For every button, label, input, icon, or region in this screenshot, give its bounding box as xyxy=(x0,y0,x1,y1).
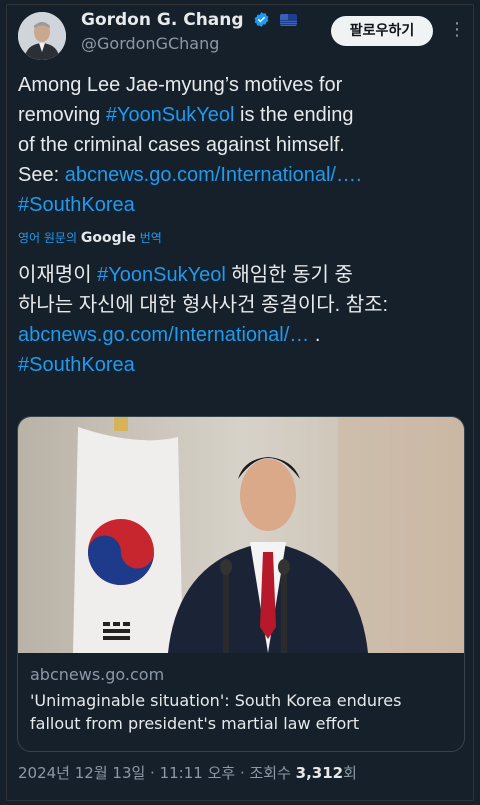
tweet-text-fragment: See: xyxy=(18,164,65,186)
hashtag-yoonsukyeol-link[interactable]: #YoonSukYeol xyxy=(106,104,235,126)
translated-line-2: 하나는 자신에 대한 형사사건 종결이다. 참조: xyxy=(18,294,389,316)
view-count-suffix: 회 xyxy=(343,764,357,782)
tweet-line-1: Among Lee Jae-myung’s motives for xyxy=(18,74,343,96)
tweet-header: Gordon G. Chang @GordonGChang 팔로우하기 ⋮ xyxy=(18,10,468,60)
google-logo: Google xyxy=(80,230,136,246)
affiliation-flag-icon xyxy=(280,14,298,26)
translated-fragment: 이재명이 xyxy=(18,264,98,286)
verified-badge-icon xyxy=(255,12,269,27)
translated-text: 이재명이 #YoonSukYeol 해임한 동기 중 하나는 자신에 대한 형사… xyxy=(18,260,458,380)
article-link-translated[interactable]: abcnews.go.com/International/… xyxy=(18,324,309,346)
tweet-line-3: of the criminal cases against himself. xyxy=(18,134,345,156)
translated-fragment: 해임한 동기 중 xyxy=(225,264,353,286)
translated-fragment: . xyxy=(309,324,321,346)
follow-button[interactable]: 팔로우하기 xyxy=(331,16,433,46)
card-title: 'Unimaginable situation': South Korea en… xyxy=(30,691,402,733)
tweet-meta: 2024년 12월 13일 · 11:11 오후 · 조회수 3,312회 xyxy=(18,762,357,783)
view-count: 3,312 xyxy=(295,764,344,782)
more-options-icon[interactable]: ⋮ xyxy=(448,18,466,42)
hashtag-southkorea-link[interactable]: #SouthKorea xyxy=(18,194,135,216)
avatar[interactable] xyxy=(18,12,66,60)
card-domain: abcnews.go.com xyxy=(30,665,165,684)
tweet-text-fragment: . xyxy=(355,164,362,186)
tweet-text-fragment: removing xyxy=(18,104,106,126)
tweet-line-2: removing #YoonSukYeol is the ending xyxy=(18,100,458,130)
tweet-text: Among Lee Jae-myung’s motives for removi… xyxy=(18,70,458,220)
hashtag-southkorea-link-translated[interactable]: #SouthKorea xyxy=(18,354,135,376)
link-preview-card[interactable]: abcnews.go.com 'Unimaginable situation':… xyxy=(17,416,465,752)
author-handle[interactable]: @GordonGChang xyxy=(81,34,219,53)
tweet-timestamp[interactable]: 2024년 12월 13일 · 11:11 오후 · 조회수 xyxy=(18,764,296,782)
translation-suffix: 번역 xyxy=(135,231,162,245)
hashtag-yoonsukyeol-link-translated[interactable]: #YoonSukYeol xyxy=(97,264,226,286)
card-image[interactable] xyxy=(18,417,464,653)
translated-line-1: 이재명이 #YoonSukYeol 해임한 동기 중 xyxy=(18,260,458,290)
tweet-line-4: See: abcnews.go.com/International/…. xyxy=(18,160,458,190)
translation-attribution[interactable]: 영어 원문의 Google 번역 xyxy=(18,229,162,246)
author-name-text[interactable]: Gordon G. Chang xyxy=(81,10,244,30)
article-link[interactable]: abcnews.go.com/International/… xyxy=(65,164,356,186)
tweet-text-fragment: is the ending xyxy=(234,104,354,126)
translated-line-3: abcnews.go.com/International/… . xyxy=(18,320,458,350)
translation-prefix: 영어 원문의 xyxy=(18,231,81,245)
author-name[interactable]: Gordon G. Chang xyxy=(81,10,298,30)
